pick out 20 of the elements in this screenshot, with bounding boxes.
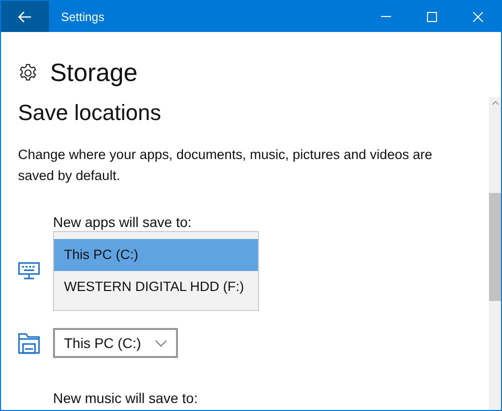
dropdown-option[interactable]: This PC (C:) (54, 239, 258, 271)
drive-dropdown[interactable]: This PC (C:) (53, 328, 178, 358)
window-title: Settings (61, 8, 104, 26)
folder-icon (18, 332, 40, 354)
monitor-icon (18, 262, 40, 280)
minimize-icon (381, 16, 391, 17)
section-description: Change where your apps, documents, music, pictures and videos are saved by default. (18, 146, 434, 185)
setting-label: New music will save to: (53, 389, 199, 407)
back-arrow-icon (18, 10, 32, 22)
page-title: Storage (50, 58, 138, 88)
close-icon (473, 12, 483, 22)
dropdown-option[interactable]: WESTERN DIGITAL HDD (F:) (54, 271, 258, 303)
settings-icon (18, 63, 38, 83)
chevron-down-icon (155, 340, 167, 346)
setting-label: New apps will save to: (53, 213, 193, 231)
scrollbar-thumb[interactable] (489, 193, 501, 301)
maximize-icon (427, 12, 437, 22)
scroll-up-icon (492, 101, 498, 105)
back-button[interactable] (1, 1, 49, 32)
section-title: Save locations (18, 99, 162, 127)
